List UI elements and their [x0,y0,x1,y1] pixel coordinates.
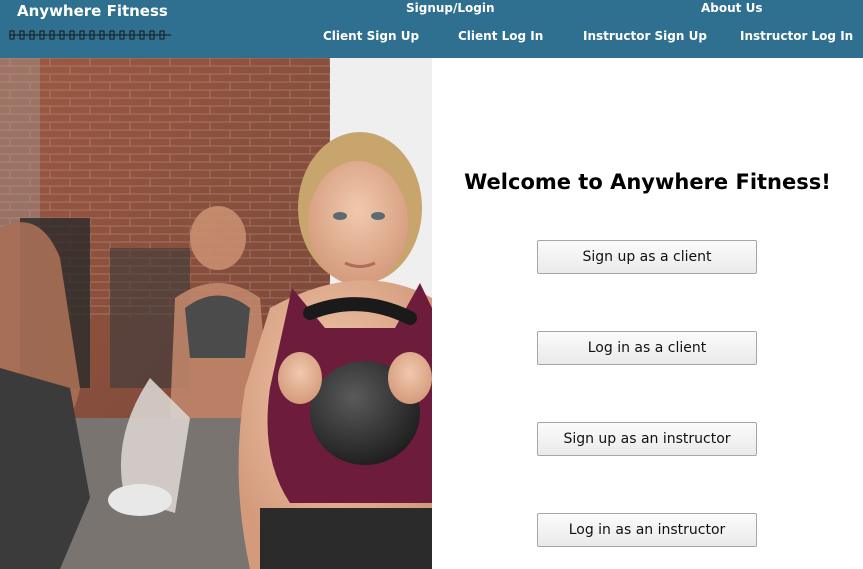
client-signup-button[interactable]: Sign up as a client [537,240,757,274]
welcome-panel: Welcome to Anywhere Fitness! Sign up as … [432,58,863,569]
instructor-login-button[interactable]: Log in as an instructor [537,513,757,547]
nav-instructor-log-in[interactable]: Instructor Log In [740,29,853,43]
brand-title[interactable]: Anywhere Fitness [17,2,168,20]
nav-about-us[interactable]: About Us [701,1,762,15]
dumbbell-chain-icon [9,30,171,40]
nav-signup-login[interactable]: Signup/Login [406,1,495,15]
client-login-button[interactable]: Log in as a client [537,331,757,365]
nav-instructor-sign-up[interactable]: Instructor Sign Up [583,29,707,43]
top-navbar: Anywhere Fitness Signup/Login About Us C… [0,0,863,58]
fitness-class-kettlebell-photo [0,58,432,569]
instructor-signup-button[interactable]: Sign up as an instructor [537,422,757,456]
nav-client-log-in[interactable]: Client Log In [458,29,543,43]
hero-image [0,58,432,569]
nav-client-sign-up[interactable]: Client Sign Up [323,29,419,43]
welcome-heading: Welcome to Anywhere Fitness! [464,170,831,194]
